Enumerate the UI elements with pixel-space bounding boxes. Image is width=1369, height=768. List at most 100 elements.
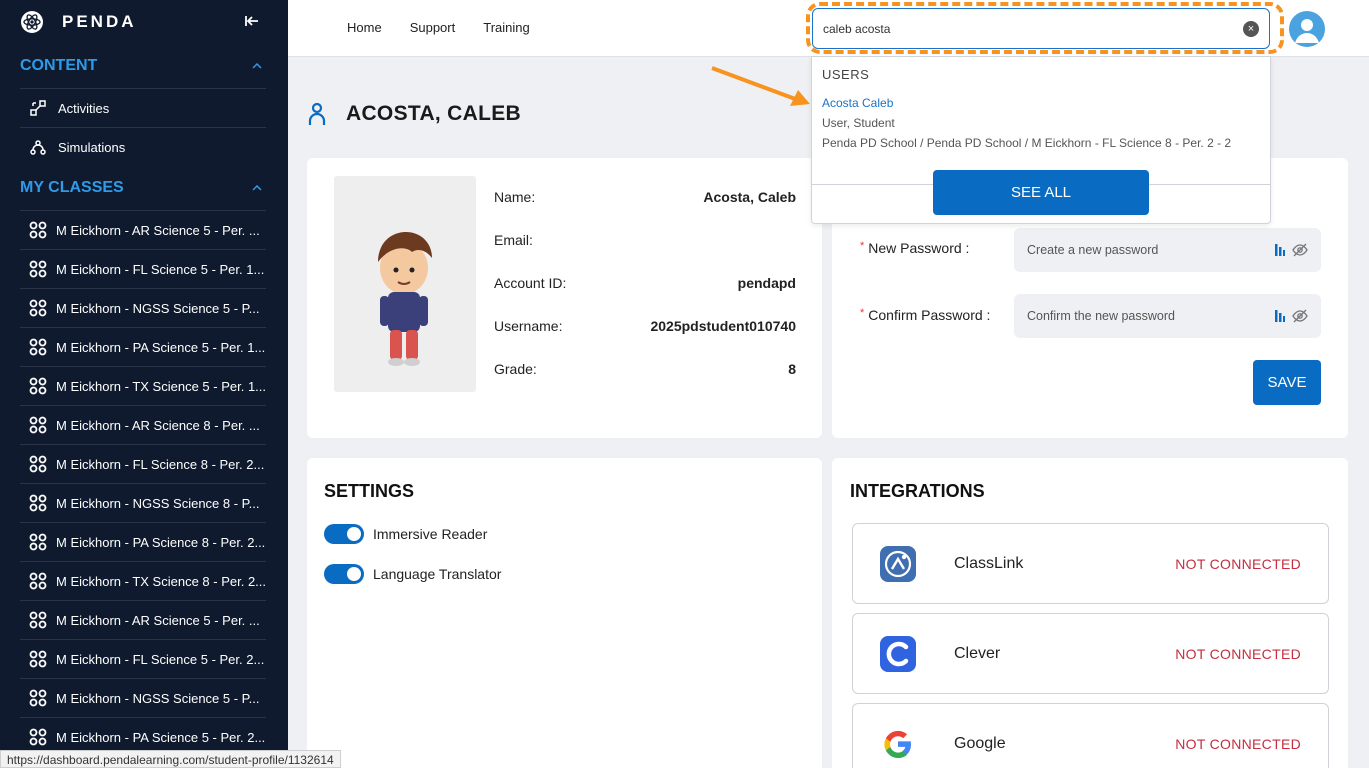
info-value: 2025pdstudent010740 (650, 318, 796, 334)
integration-status: NOT CONNECTED (1175, 555, 1301, 572)
clever-logo-icon (879, 635, 917, 673)
result-path: Penda PD School / Penda PD School / M Ei… (822, 136, 1232, 150)
info-label: Account ID: (494, 275, 567, 291)
password-strength-icon[interactable] (1274, 243, 1286, 257)
sidebar-item-label: M Eickhorn - AR Science 5 - Per. ... (56, 612, 260, 628)
info-label: Grade: (494, 361, 537, 377)
clear-search-icon[interactable]: × (1243, 20, 1259, 37)
info-label: Email: (494, 232, 533, 248)
classlink-logo-icon (879, 545, 917, 583)
penda-logo-icon[interactable] (20, 10, 44, 34)
new-password-label: * New Password : (860, 240, 970, 256)
sidebar-item-label: Activities (58, 100, 110, 116)
info-label: Username: (494, 318, 563, 334)
sidebar-item-label: M Eickhorn - NGSS Science 5 - P... (56, 690, 260, 706)
search-results-dropdown: USERS Acosta Caleb User, Student Penda P… (811, 56, 1271, 224)
password-strength-icon[interactable] (1274, 309, 1286, 323)
class-icon (28, 337, 48, 357)
sidebar-item-label: M Eickhorn - TX Science 8 - Per. 2... (56, 573, 266, 589)
class-icon (28, 649, 48, 669)
integration-classlink[interactable]: ClassLink NOT CONNECTED (852, 523, 1329, 604)
required-mark: * (860, 240, 865, 252)
new-password-label-text: New Password (868, 240, 962, 256)
required-mark: * (860, 307, 865, 319)
setting-immersive-reader: Immersive Reader (324, 524, 487, 544)
info-row-name: Name: Acosta, Caleb (494, 189, 796, 205)
result-name[interactable]: Acosta Caleb (822, 96, 1260, 110)
search-input[interactable] (823, 21, 1243, 36)
info-row-email: Email: (494, 232, 796, 248)
integration-status: NOT CONNECTED (1175, 645, 1301, 662)
brand-name: PENDA (62, 12, 137, 31)
user-avatar[interactable] (1289, 11, 1325, 47)
class-icon (28, 415, 48, 435)
settings-card: SETTINGS Immersive Reader Language Trans… (307, 458, 822, 768)
sidebar-item-label: M Eickhorn - PA Science 5 - Per. 1... (56, 339, 266, 355)
sidebar-item-label: M Eickhorn - NGSS Science 5 - P... (56, 300, 260, 316)
sidebar-item-class[interactable]: M Eickhorn - FL Science 5 - Per. 1... (20, 249, 266, 288)
confirm-password-label-text: Confirm Password (868, 307, 983, 323)
integration-clever[interactable]: Clever NOT CONNECTED (852, 613, 1329, 694)
sidebar-item-class[interactable]: M Eickhorn - NGSS Science 5 - P... (20, 678, 266, 717)
sidebar-item-class[interactable]: M Eickhorn - AR Science 8 - Per. ... (20, 405, 266, 444)
sidebar-item-class[interactable]: M Eickhorn - TX Science 8 - Per. 2... (20, 561, 266, 600)
class-icon (28, 493, 48, 513)
nav-home[interactable]: Home (347, 20, 382, 35)
my-classes-section-header[interactable]: MY CLASSES (0, 166, 288, 210)
integration-name: Clever (954, 644, 1001, 662)
integration-google[interactable]: Google NOT CONNECTED (852, 703, 1329, 768)
sidebar-item-activities[interactable]: Activities (20, 88, 266, 127)
see-all-button[interactable]: SEE ALL (933, 170, 1149, 215)
class-icon (28, 610, 48, 630)
info-value: Acosta, Caleb (703, 189, 796, 205)
integration-name: Google (954, 734, 1006, 752)
confirm-password-field[interactable]: Confirm the new password (1014, 294, 1321, 338)
info-value: pendapd (737, 275, 796, 291)
sidebar-item-class[interactable]: M Eickhorn - FL Science 8 - Per. 2... (20, 444, 266, 483)
class-icon (28, 454, 48, 474)
sidebar-item-label: M Eickhorn - FL Science 5 - Per. 1... (56, 261, 265, 277)
info-value: 8 (788, 361, 796, 377)
sidebar-item-class[interactable]: M Eickhorn - NGSS Science 8 - P... (20, 483, 266, 522)
sidebar-item-label: M Eickhorn - FL Science 5 - Per. 2... (56, 651, 265, 667)
setting-label: Immersive Reader (373, 526, 488, 542)
class-icon (28, 259, 48, 279)
language-translator-toggle[interactable] (324, 564, 364, 584)
sidebar-item-class[interactable]: M Eickhorn - AR Science 5 - Per. ... (20, 210, 266, 249)
nav-training[interactable]: Training (483, 20, 529, 35)
google-logo-icon (879, 725, 917, 763)
class-icon (28, 571, 48, 591)
sidebar-item-label: M Eickhorn - FL Science 8 - Per. 2... (56, 456, 265, 472)
sidebar-item-class[interactable]: M Eickhorn - FL Science 5 - Per. 2... (20, 639, 266, 678)
content-section-header[interactable]: CONTENT (0, 44, 288, 88)
class-list: M Eickhorn - AR Science 5 - Per. ... M Ei… (0, 210, 288, 756)
class-icon (28, 220, 48, 240)
sidebar-item-class[interactable]: M Eickhorn - TX Science 5 - Per. 1... (20, 366, 266, 405)
profile-card: Name: Acosta, Caleb Email: Account ID: p… (307, 158, 822, 438)
eye-slash-icon[interactable] (1292, 243, 1308, 257)
user-icon (308, 102, 326, 125)
sidebar-item-class[interactable]: M Eickhorn - AR Science 5 - Per. ... (20, 600, 266, 639)
nav-support[interactable]: Support (410, 20, 456, 35)
setting-language-translator: Language Translator (324, 564, 501, 584)
sidebar-item-class[interactable]: M Eickhorn - NGSS Science 5 - P... (20, 288, 266, 327)
sidebar-item-class[interactable]: M Eickhorn - PA Science 5 - Per. 1... (20, 327, 266, 366)
setting-label: Language Translator (373, 566, 502, 582)
sidebar-item-label: M Eickhorn - NGSS Science 8 - P... (56, 495, 260, 511)
eye-slash-icon[interactable] (1292, 309, 1308, 323)
sidebar-item-class[interactable]: M Eickhorn - PA Science 8 - Per. 2... (20, 522, 266, 561)
collapse-sidebar-icon[interactable] (244, 12, 260, 33)
top-nav: Home Support Training (347, 20, 530, 35)
search-box[interactable]: × (812, 8, 1270, 49)
new-password-field[interactable]: Create a new password (1014, 228, 1321, 272)
settings-title: SETTINGS (324, 481, 415, 501)
content-section-label: CONTENT (20, 57, 98, 74)
sidebar: PENDA CONTENT Activities Simulations MY … (0, 0, 288, 768)
info-row-account-id: Account ID: pendapd (494, 275, 796, 291)
integration-name: ClassLink (954, 554, 1024, 572)
save-button[interactable]: SAVE (1253, 360, 1321, 405)
sidebar-item-label: M Eickhorn - AR Science 8 - Per. ... (56, 417, 260, 433)
sidebar-item-simulations[interactable]: Simulations (20, 127, 266, 166)
simulations-icon (28, 137, 48, 157)
immersive-reader-toggle[interactable] (324, 524, 364, 544)
